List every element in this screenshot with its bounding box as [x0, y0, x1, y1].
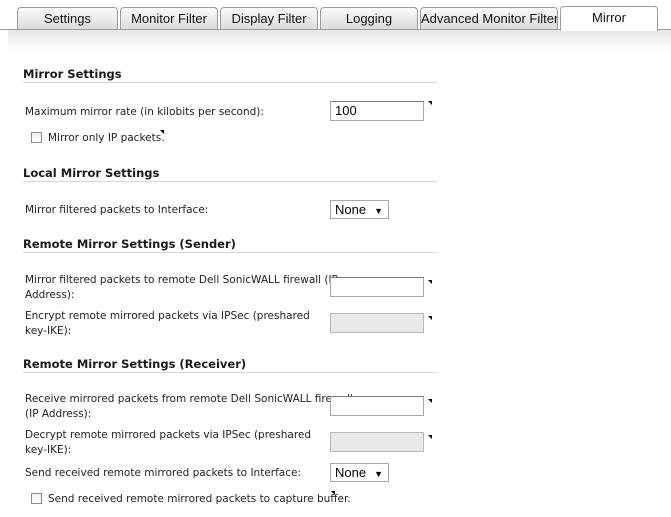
help-marker-icon	[428, 399, 432, 403]
dropdown-arrow-icon: ▼	[374, 469, 383, 479]
remote-receiver-interface-value: None	[335, 465, 367, 480]
tab-content-header	[8, 30, 671, 52]
help-marker-icon	[160, 130, 164, 134]
section-divider	[23, 181, 437, 182]
section-divider	[23, 82, 437, 83]
remote-receiver-ip-label-line1: Receive mirrored packets from remote Del…	[25, 393, 353, 405]
remote-receiver-title: Remote Mirror Settings (Receiver)	[23, 357, 247, 371]
remote-sender-ipsec-input[interactable]	[330, 313, 424, 333]
remote-sender-ipsec-label: Encrypt remote mirrored packets via IPSe…	[25, 309, 310, 339]
tab-bar: Settings Monitor Filter Display Filter L…	[0, 0, 671, 31]
help-marker-icon	[428, 101, 432, 105]
tab-logging[interactable]: Logging	[320, 7, 418, 29]
tab-settings[interactable]: Settings	[17, 7, 118, 29]
remote-receiver-ipsec-label: Decrypt remote mirrored packets via IPSe…	[25, 428, 311, 458]
remote-receiver-ipsec-label-line2: key-IKE):	[25, 444, 72, 456]
tab-display-filter[interactable]: Display Filter	[220, 7, 318, 29]
mirror-settings-title: Mirror Settings	[23, 67, 122, 81]
remote-sender-title: Remote Mirror Settings (Sender)	[23, 237, 236, 251]
help-marker-icon	[428, 316, 432, 320]
section-divider	[23, 372, 437, 373]
remote-sender-ip-label-line2: Address):	[25, 289, 75, 301]
help-marker-icon	[428, 280, 432, 284]
remote-sender-ip-label-line1: Mirror filtered packets to remote Dell S…	[25, 274, 338, 286]
tab-mirror[interactable]: Mirror	[560, 6, 658, 31]
dropdown-arrow-icon: ▼	[374, 206, 383, 216]
remote-receiver-ip-label-line2: (IP Address):	[25, 408, 92, 420]
mirror-ip-only-checkbox[interactable]	[31, 132, 42, 143]
mirror-ip-only-label: Mirror only IP packets.	[48, 132, 165, 144]
remote-receiver-ipsec-input[interactable]	[330, 432, 424, 452]
remote-receiver-ipsec-label-line1: Decrypt remote mirrored packets via IPSe…	[25, 429, 312, 441]
capture-buffer-checkbox[interactable]	[31, 493, 42, 504]
remote-receiver-interface-label: Send received remote mirrored packets to…	[25, 467, 301, 479]
help-marker-icon	[428, 435, 432, 439]
help-marker-icon	[331, 491, 335, 495]
tab-advanced-monitor-filter[interactable]: Advanced Monitor Filter	[420, 7, 558, 29]
remote-receiver-ip-input[interactable]	[330, 396, 424, 416]
remote-sender-ipsec-label-line1: Encrypt remote mirrored packets via IPSe…	[25, 310, 310, 322]
section-divider	[23, 252, 437, 253]
local-mirror-interface-value: None	[335, 202, 367, 217]
remote-sender-ip-input[interactable]	[330, 277, 424, 297]
remote-receiver-interface-select[interactable]: None ▼	[330, 463, 389, 482]
max-mirror-rate-input[interactable]: 100	[330, 101, 424, 121]
capture-buffer-label: Send received remote mirrored packets to…	[48, 493, 351, 505]
tab-monitor-filter[interactable]: Monitor Filter	[120, 7, 218, 29]
max-mirror-rate-label: Maximum mirror rate (in kilobits per sec…	[25, 106, 264, 118]
local-mirror-settings-title: Local Mirror Settings	[23, 166, 160, 180]
local-mirror-interface-select[interactable]: None ▼	[330, 200, 389, 219]
remote-sender-ip-label: Mirror filtered packets to remote Dell S…	[25, 273, 338, 303]
remote-receiver-ip-label: Receive mirrored packets from remote Del…	[25, 392, 353, 422]
remote-sender-ipsec-label-line2: key-IKE):	[25, 325, 72, 337]
local-mirror-interface-label: Mirror filtered packets to Interface:	[25, 204, 209, 216]
